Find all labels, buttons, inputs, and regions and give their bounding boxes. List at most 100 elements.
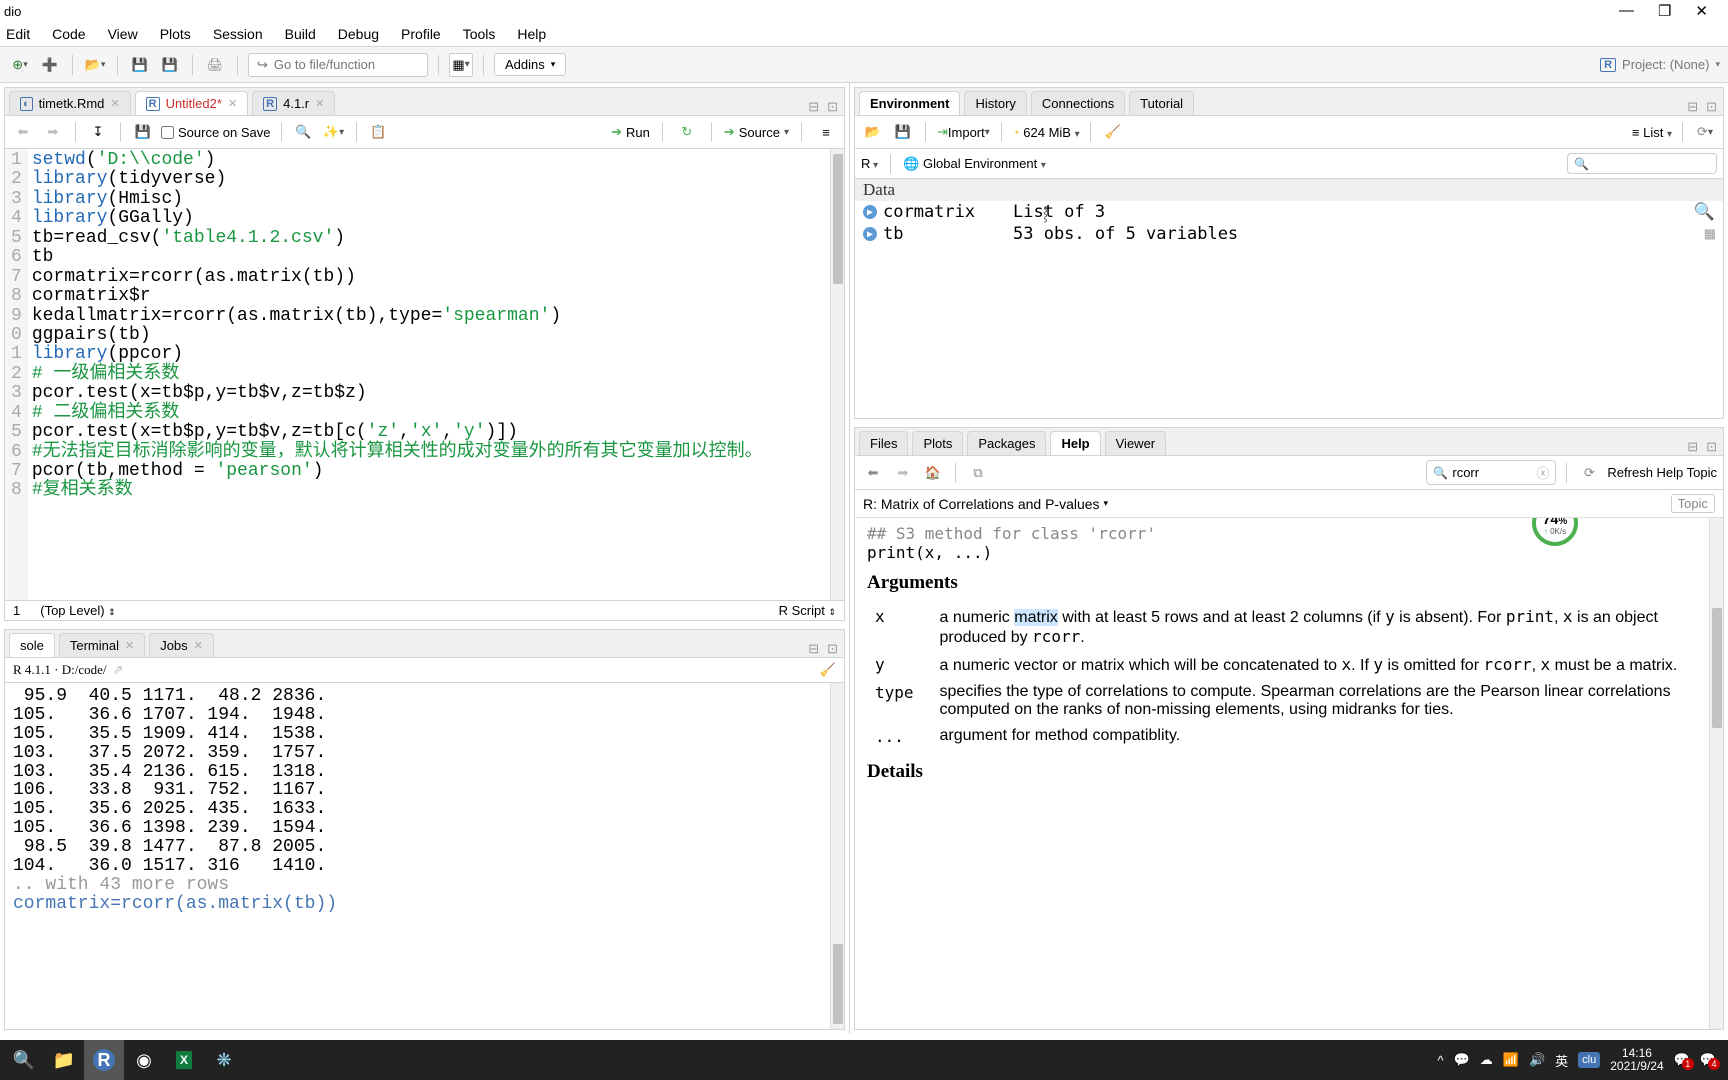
ime-indicator[interactable]: 英 xyxy=(1555,1051,1568,1070)
popup-icon[interactable]: ⇗ xyxy=(113,662,124,678)
pane-minimize-icon[interactable]: ⊟ xyxy=(1687,99,1698,115)
app-tray-icon[interactable]: clu xyxy=(1578,1052,1600,1068)
tab-plots-pane[interactable]: Plots xyxy=(912,431,963,455)
menu-profile[interactable]: Profile xyxy=(401,26,441,42)
tab-close-icon[interactable]: ✕ xyxy=(125,639,134,652)
menu-help[interactable]: Help xyxy=(517,26,546,42)
find-icon[interactable]: 🔍 xyxy=(292,120,316,144)
menu-tools[interactable]: Tools xyxy=(463,26,496,42)
new-file-icon[interactable]: ⊕▾ xyxy=(8,53,32,77)
console-output[interactable]: 95.9 40.5 1171. 48.2 2836. 105. 36.6 170… xyxy=(5,683,844,1029)
action-center-icon[interactable]: 💬4 xyxy=(1700,1052,1716,1068)
chrome-taskbar-icon[interactable]: ◉ xyxy=(124,1040,164,1080)
load-workspace-icon[interactable]: 📂 xyxy=(861,120,885,144)
tab-close-icon[interactable]: ✕ xyxy=(194,639,203,652)
view-mode-list[interactable]: ≡ List xyxy=(1632,125,1672,140)
project-label[interactable]: Project: (None) xyxy=(1622,57,1709,72)
taskbar-clock[interactable]: 14:16 2021/9/24 xyxy=(1610,1047,1663,1073)
code-editor[interactable]: 1 2 3 4 5 6 7 8 9 0 1 2 3 4 5 6 7 8 setw… xyxy=(5,149,844,600)
help-scrollbar[interactable] xyxy=(1709,518,1723,1029)
tab-untitled2[interactable]: R Untitled2* ✕ xyxy=(135,91,249,115)
source-button[interactable]: ➔ Source xyxy=(724,124,789,140)
rstudio-taskbar-icon[interactable]: R xyxy=(84,1040,124,1080)
back-icon[interactable]: ⬅ xyxy=(11,120,35,144)
pane-minimize-icon[interactable]: ⊟ xyxy=(808,99,819,115)
help-popout-icon[interactable]: ⧉ xyxy=(966,461,990,485)
find-in-topic-input[interactable]: Topic xyxy=(1671,494,1715,513)
tab-jobs[interactable]: Jobs ✕ xyxy=(149,633,214,657)
pane-maximize-icon[interactable]: ⊡ xyxy=(1706,99,1717,115)
open-file-icon[interactable]: 📂▾ xyxy=(83,53,107,77)
wand-icon[interactable]: ✨ xyxy=(322,120,346,144)
menu-debug[interactable]: Debug xyxy=(338,26,379,42)
help-forward-icon[interactable]: ➡ xyxy=(891,461,915,485)
tab-console[interactable]: sole xyxy=(9,633,55,657)
env-row-tb[interactable]: ▶ tb 53 obs. of 5 variables ▦ xyxy=(855,223,1723,245)
goto-file-input[interactable]: ↪ Go to file/function xyxy=(248,53,428,77)
save-all-icon[interactable]: 💾 xyxy=(158,53,182,77)
clear-search-icon[interactable]: ⓧ xyxy=(1536,463,1549,482)
scope-selector[interactable]: (Top Level) ⇕ xyxy=(40,603,115,618)
notification-icon[interactable]: 💬1 xyxy=(1674,1052,1690,1068)
pane-maximize-icon[interactable]: ⊡ xyxy=(1706,439,1717,455)
pane-maximize-icon[interactable]: ⊡ xyxy=(827,641,838,657)
tab-history[interactable]: History xyxy=(964,91,1026,115)
tab-viewer[interactable]: Viewer xyxy=(1105,431,1167,455)
save-icon[interactable]: 💾 xyxy=(128,53,152,77)
tab-terminal[interactable]: Terminal ✕ xyxy=(59,633,145,657)
tray-expand-icon[interactable]: ^ xyxy=(1437,1053,1443,1068)
wechat-tray-icon[interactable]: 💬 xyxy=(1454,1052,1470,1068)
search-taskbar-icon[interactable]: 🔍 xyxy=(4,1040,44,1080)
help-home-icon[interactable]: 🏠 xyxy=(921,461,945,485)
menu-edit[interactable]: Edit xyxy=(6,26,30,42)
tab-41r[interactable]: R 4.1.r ✕ xyxy=(252,91,335,115)
notebook-icon[interactable]: 📋 xyxy=(367,120,391,144)
save-icon[interactable]: 💾 xyxy=(131,120,155,144)
expand-icon[interactable]: ▶ xyxy=(863,205,877,219)
minimize-icon[interactable]: ― xyxy=(1619,2,1634,20)
lang-selector[interactable]: R xyxy=(861,156,878,171)
show-in-pane-icon[interactable]: ↧ xyxy=(86,120,110,144)
menu-session[interactable]: Session xyxy=(213,26,263,42)
help-search-input[interactable]: rcorr ⓧ xyxy=(1426,460,1556,485)
checkbox-input[interactable] xyxy=(161,126,174,139)
magnifier-icon[interactable]: 🔍 xyxy=(1694,202,1715,222)
table-view-icon[interactable]: ▦ xyxy=(1705,224,1715,244)
rerun-icon[interactable]: ↻ xyxy=(675,120,699,144)
tab-environment[interactable]: Environment xyxy=(859,91,960,115)
env-search-input[interactable] xyxy=(1567,153,1717,174)
code-content[interactable]: setwd('D:\\code') library(tidyverse) lib… xyxy=(28,149,767,600)
import-button[interactable]: ⇥ Import xyxy=(936,120,991,144)
editor-scrollbar[interactable] xyxy=(830,149,844,600)
tab-close-icon[interactable]: ✕ xyxy=(315,97,324,110)
volume-tray-icon[interactable]: 🔊 xyxy=(1529,1052,1545,1068)
file-explorer-icon[interactable]: 📁 xyxy=(44,1040,84,1080)
tab-close-icon[interactable]: ✕ xyxy=(110,97,119,110)
app-taskbar-icon[interactable]: ❋ xyxy=(204,1040,244,1080)
tab-connections[interactable]: Connections xyxy=(1031,91,1125,115)
refresh-help-icon[interactable]: ⟳ xyxy=(1577,461,1601,485)
clear-env-icon[interactable]: 🧹 xyxy=(1101,120,1125,144)
menu-code[interactable]: Code xyxy=(52,26,85,42)
tab-files[interactable]: Files xyxy=(859,431,908,455)
print-icon[interactable]: 🖨 xyxy=(203,53,227,77)
wifi-tray-icon[interactable]: 📶 xyxy=(1503,1052,1519,1068)
expand-icon[interactable]: ▶ xyxy=(863,227,877,241)
close-icon[interactable]: ✕ xyxy=(1695,2,1708,20)
new-project-icon[interactable]: ➕ xyxy=(38,53,62,77)
memory-indicator[interactable]: ◔ 624 MiB xyxy=(1012,125,1080,140)
tab-timetk[interactable]: ◐ timetk.Rmd ✕ xyxy=(9,91,131,115)
clear-console-icon[interactable]: 🧹 xyxy=(820,662,836,678)
menu-view[interactable]: View xyxy=(108,26,138,42)
source-on-save-checkbox[interactable]: Source on Save xyxy=(161,125,271,140)
pane-minimize-icon[interactable]: ⊟ xyxy=(808,641,819,657)
outline-icon[interactable]: ≡ xyxy=(814,120,838,144)
tab-tutorial[interactable]: Tutorial xyxy=(1129,91,1194,115)
pane-maximize-icon[interactable]: ⊡ xyxy=(827,99,838,115)
help-back-icon[interactable]: ⬅ xyxy=(861,461,885,485)
save-workspace-icon[interactable]: 💾 xyxy=(891,120,915,144)
tab-help[interactable]: Help xyxy=(1050,431,1100,455)
forward-icon[interactable]: ➡ xyxy=(41,120,65,144)
maximize-icon[interactable]: ❐ xyxy=(1658,2,1671,20)
upload-tray-icon[interactable]: ☁ xyxy=(1480,1052,1493,1068)
